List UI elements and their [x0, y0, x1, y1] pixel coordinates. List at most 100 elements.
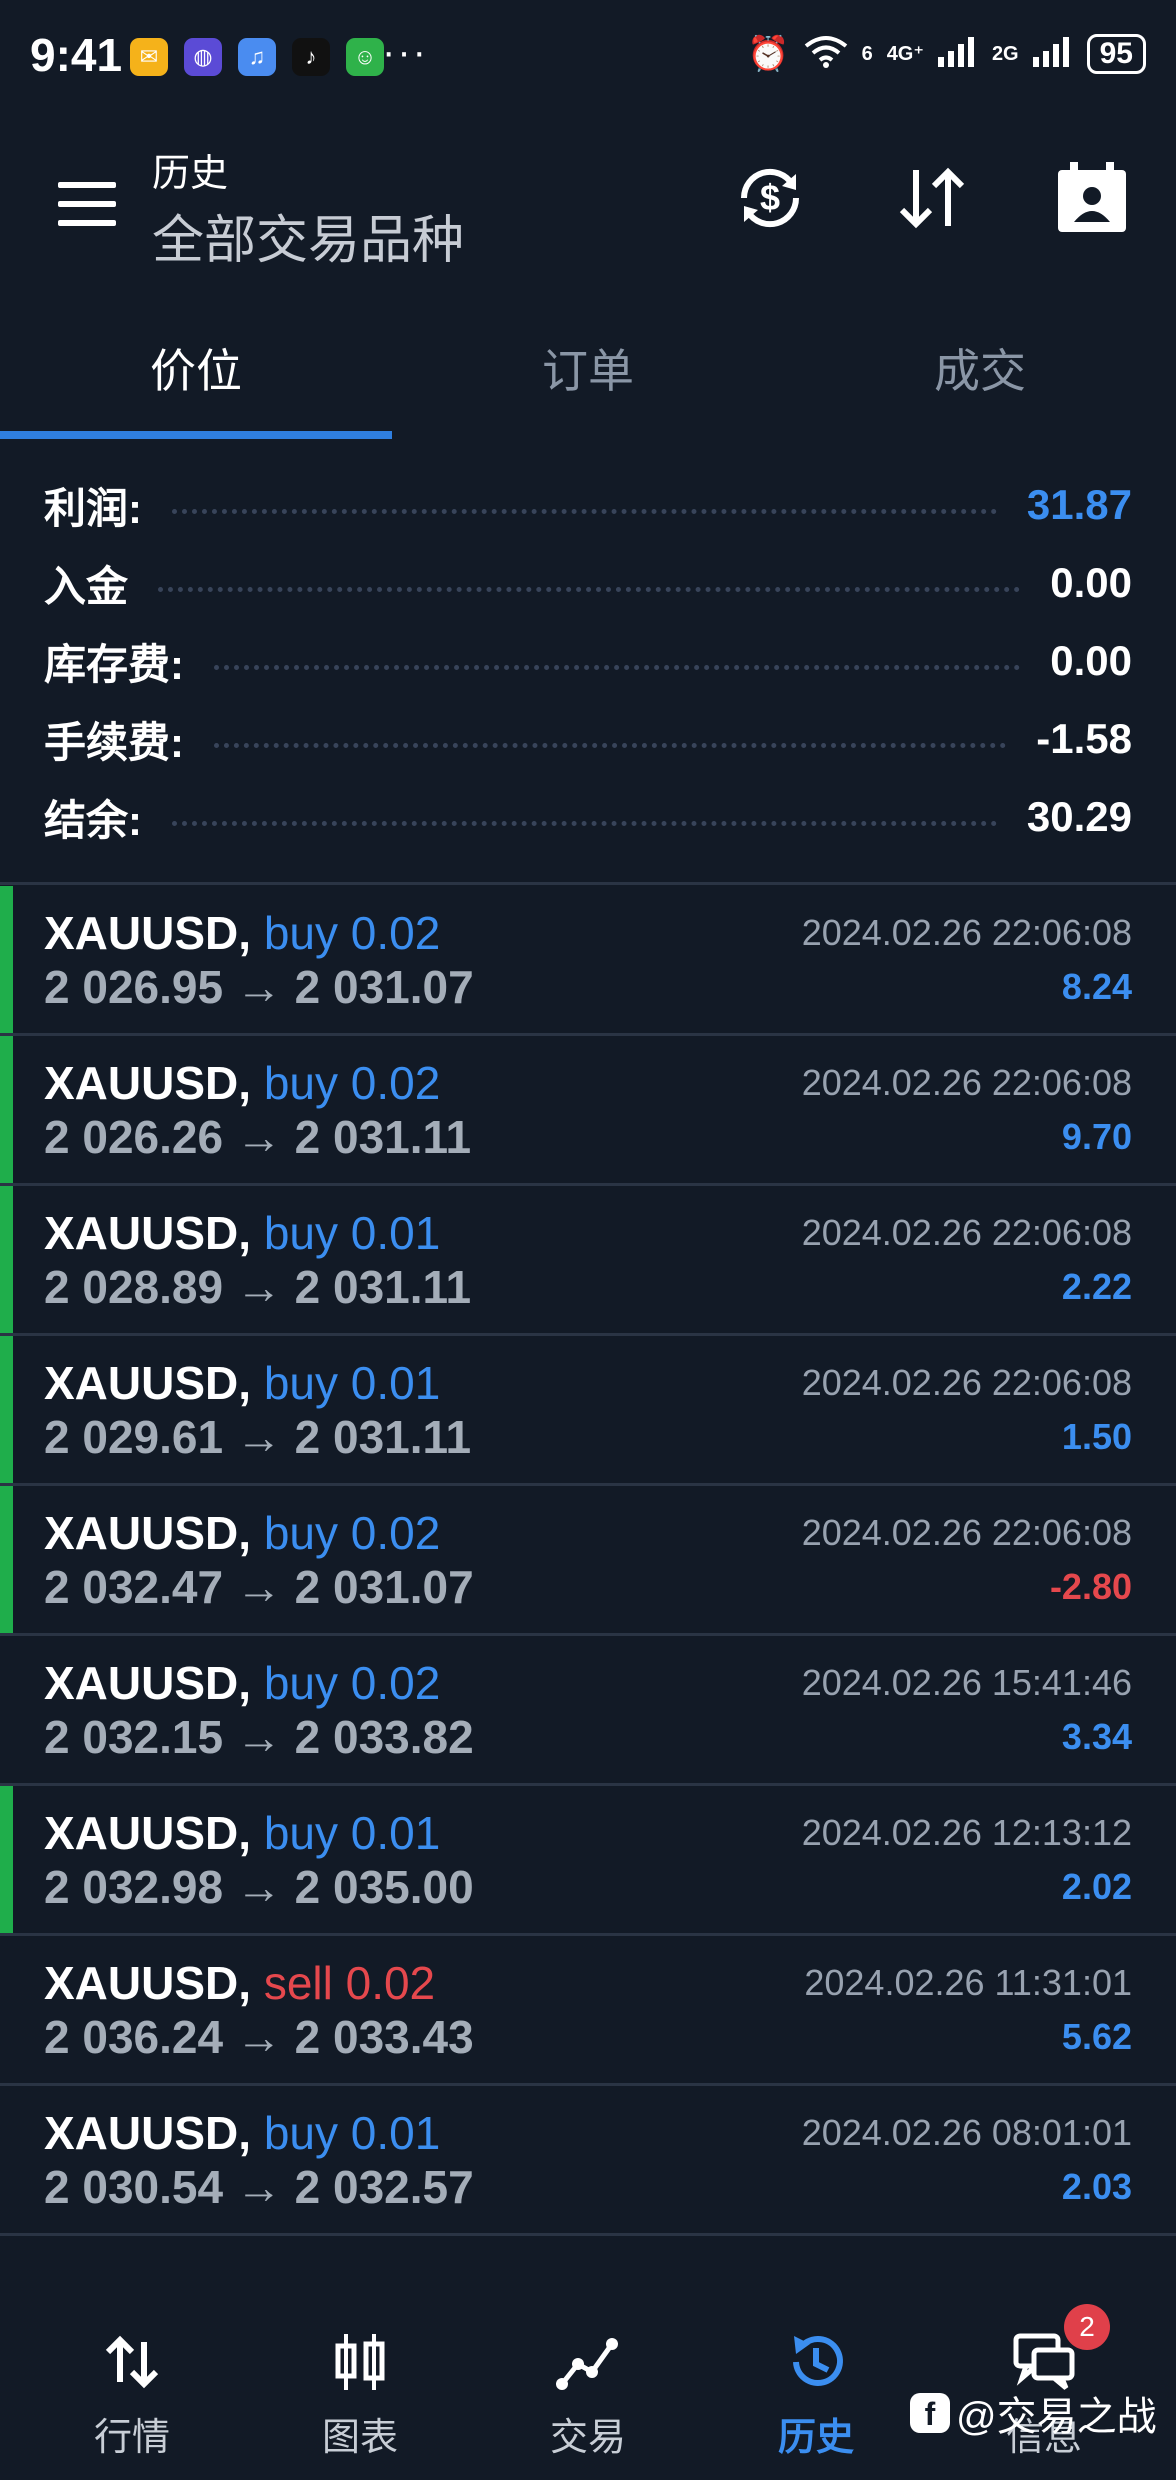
dotted-leader	[214, 742, 1007, 748]
trade-symbol-line: XAUUSD, buy 0.01	[44, 1356, 440, 1410]
trade-symbol: XAUUSD,	[44, 1807, 252, 1859]
trade-prices: 2 026.26 → 2 031.11	[44, 1111, 472, 1163]
tab-positions[interactable]: 价位	[0, 335, 392, 401]
trade-symbol-line: XAUUSD, sell 0.02	[44, 1956, 435, 2010]
sort-icon[interactable]	[892, 158, 972, 238]
history-tabs: 价位 订单 成交	[0, 305, 1176, 440]
tab-orders[interactable]: 订单	[392, 335, 784, 401]
network-label-2g: 2G	[991, 43, 1019, 65]
trade-side: buy 0.01	[263, 1207, 441, 1259]
trade-profit: 5.62	[1061, 2016, 1132, 2057]
trade-side: buy 0.02	[263, 1657, 441, 1709]
trade-time: 2024.02.26 12:13:12	[801, 1812, 1132, 1853]
dotted-leader	[172, 508, 997, 514]
alarm-icon: ⏰	[747, 35, 790, 73]
trade-row[interactable]: XAUUSD, buy 0.01 2 032.98 → 2 035.00 202…	[0, 1786, 1176, 1936]
notification-icons: ✉ ◍ ♫ ♪ ☺	[130, 38, 384, 76]
summary-label: 结余:	[44, 796, 142, 844]
row-status-bar	[0, 1786, 13, 1933]
symbol-filter-subtitle[interactable]: 全部交易品种	[152, 198, 464, 273]
menu-icon[interactable]	[58, 182, 116, 226]
trade-side: buy 0.02	[263, 1507, 441, 1559]
trade-prices: 2 028.89 → 2 031.11	[44, 1261, 472, 1313]
trade-time: 2024.02.26 11:31:01	[804, 1962, 1132, 2003]
summary-label: 入金	[44, 562, 129, 610]
watermark: f @交易之战	[910, 2384, 1157, 2442]
trade-time: 2024.02.26 22:06:08	[801, 1362, 1132, 1403]
summary-row-profit: 利润: 31.87	[44, 470, 1132, 540]
trade-symbol: XAUUSD,	[44, 1957, 252, 2009]
trend-icon	[556, 2330, 620, 2394]
trade-prices: 2 032.98 → 2 035.00	[44, 1861, 474, 1913]
messages-badge: 2	[1064, 2304, 1110, 2350]
trade-prices: 2 032.15 → 2 033.82	[44, 1711, 474, 1763]
signal-icon	[937, 35, 978, 73]
trade-row[interactable]: XAUUSD, buy 0.01 2 030.54 → 2 032.57 202…	[0, 2086, 1176, 2236]
trade-prices: 2 026.95 → 2 031.07	[44, 961, 474, 1013]
candlestick-icon	[328, 2330, 392, 2394]
calendar-user-icon[interactable]	[1052, 158, 1132, 238]
trade-time: 2024.02.26 22:06:08	[801, 1212, 1132, 1253]
app-icon: ◍	[184, 38, 222, 76]
dotted-leader	[158, 586, 1021, 592]
trade-profit: 2.02	[1061, 1866, 1132, 1907]
trade-time: 2024.02.26 08:01:01	[801, 2112, 1132, 2153]
battery-indicator: 95	[1086, 34, 1146, 74]
trade-row[interactable]: XAUUSD, sell 0.02 2 036.24 → 2 033.43 20…	[0, 1936, 1176, 2086]
dotted-leader	[172, 820, 997, 826]
wechat-like-icon: ☺	[346, 38, 384, 76]
trade-prices: 2 032.47 → 2 031.07	[44, 1561, 474, 1613]
trade-symbol: XAUUSD,	[44, 1207, 252, 1259]
network-label-4g: 4G⁺	[886, 43, 924, 65]
trade-symbol: XAUUSD,	[44, 1657, 252, 1709]
trade-row[interactable]: XAUUSD, buy 0.01 2 028.89 → 2 031.11 202…	[0, 1186, 1176, 1336]
nav-history[interactable]: 历史	[716, 2330, 916, 2461]
summary-value: 0.00	[1050, 637, 1132, 684]
summary-label: 利润:	[44, 484, 142, 532]
trade-profit: 3.34	[1061, 1716, 1132, 1757]
trade-row[interactable]: XAUUSD, buy 0.02 2 032.47 → 2 031.07 202…	[0, 1486, 1176, 1636]
trade-side: buy 0.02	[263, 1057, 441, 1109]
status-right: ⏰ 6 4G⁺ 2G 95	[747, 34, 1146, 74]
history-icon	[784, 2330, 848, 2394]
trade-prices: 2 030.54 → 2 032.57	[44, 2161, 474, 2213]
trade-symbol-line: XAUUSD, buy 0.02	[44, 1056, 440, 1110]
more-notifications-icon: ···	[382, 30, 428, 74]
trade-symbol: XAUUSD,	[44, 1057, 252, 1109]
trade-symbol-line: XAUUSD, buy 0.02	[44, 1656, 440, 1710]
nav-label: 行情	[93, 2417, 170, 2459]
summary-row-balance: 结余: 30.29	[44, 782, 1132, 852]
trade-symbol: XAUUSD,	[44, 1507, 252, 1559]
active-tab-indicator	[0, 431, 392, 439]
nav-trade[interactable]: 交易	[488, 2330, 688, 2461]
tiktok-icon: ♪	[292, 38, 330, 76]
dotted-leader	[214, 664, 1021, 670]
trade-profit: 9.70	[1061, 1116, 1132, 1157]
facebook-icon: f	[910, 2393, 950, 2433]
nav-charts[interactable]: 图表	[260, 2330, 460, 2461]
trade-prices: 2 029.61 → 2 031.11	[44, 1411, 472, 1463]
trade-row[interactable]: XAUUSD, buy 0.02 2 032.15 → 2 033.82 202…	[0, 1636, 1176, 1786]
trade-row[interactable]: XAUUSD, buy 0.02 2 026.26 → 2 031.11 202…	[0, 1036, 1176, 1186]
status-time: 9:41	[30, 29, 123, 81]
summary-value: 30.29	[1026, 793, 1132, 840]
tab-deals[interactable]: 成交	[784, 335, 1176, 401]
svg-text:$: $	[760, 177, 780, 218]
trade-profit: -2.80	[1049, 1566, 1132, 1607]
currency-sync-icon[interactable]: $	[730, 158, 810, 238]
row-status-bar	[0, 1036, 13, 1183]
summary-label: 库存费:	[44, 640, 184, 688]
row-status-bar	[0, 1486, 13, 1633]
summary-value: 0.00	[1050, 559, 1132, 606]
trade-time: 2024.02.26 22:06:08	[801, 1062, 1132, 1103]
trade-symbol: XAUUSD,	[44, 2107, 252, 2159]
trade-symbol: XAUUSD,	[44, 907, 252, 959]
trade-side: buy 0.01	[263, 1807, 441, 1859]
trade-row[interactable]: XAUUSD, buy 0.01 2 029.61 → 2 031.11 202…	[0, 1336, 1176, 1486]
trade-side: buy 0.01	[263, 1357, 441, 1409]
summary-label: 手续费:	[44, 718, 184, 766]
email-app-icon: ✉	[130, 38, 168, 76]
network-label-6: 6	[861, 43, 873, 65]
trade-row[interactable]: XAUUSD, buy 0.02 2 026.95 → 2 031.07 202…	[0, 886, 1176, 1036]
nav-quotes[interactable]: 行情	[32, 2330, 232, 2461]
